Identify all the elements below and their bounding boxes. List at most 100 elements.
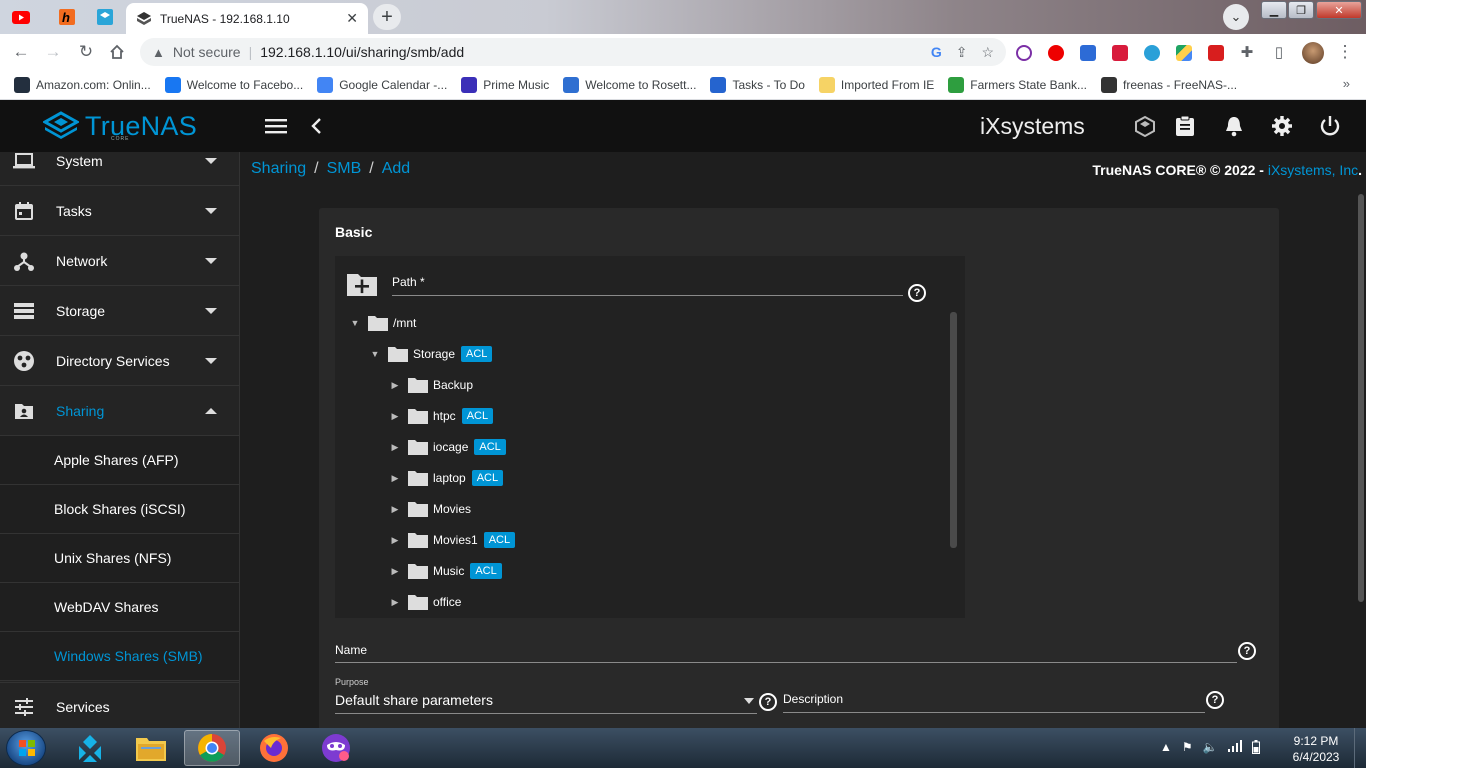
sidebar-item-system[interactable]: System: [0, 152, 239, 186]
back-button[interactable]: ←: [10, 41, 32, 63]
new-tab-button[interactable]: +: [373, 4, 401, 30]
sidebar-item-services[interactable]: Services: [0, 682, 239, 728]
home-button[interactable]: [106, 41, 128, 63]
bookmark-item[interactable]: Prime Music: [461, 76, 549, 93]
power-button[interactable]: [1318, 114, 1342, 138]
extension-pdf-icon[interactable]: [1208, 45, 1224, 61]
dropdown-arrow-icon[interactable]: [743, 697, 755, 705]
show-hidden-icons-icon[interactable]: ▲: [1160, 740, 1172, 754]
network-signal-icon[interactable]: [1227, 740, 1242, 752]
extension-cloud-icon[interactable]: [1144, 45, 1160, 61]
path-input[interactable]: [392, 295, 903, 296]
breadcrumb-sharing-link[interactable]: Sharing: [251, 160, 306, 178]
honey-pinned-tab[interactable]: h: [50, 3, 84, 31]
truenas-logo[interactable]: TrueNAS CORE: [0, 100, 240, 152]
taskbar-clock[interactable]: 9:12 PM 6/4/2023: [1286, 733, 1346, 765]
sidebar-subitem-webdav[interactable]: WebDAV Shares: [0, 583, 239, 632]
name-input[interactable]: [335, 662, 1237, 663]
bookmarks-overflow-button[interactable]: »: [1343, 76, 1350, 91]
breadcrumb-add-link[interactable]: Add: [382, 160, 410, 178]
tab-search-button[interactable]: ⌄: [1223, 4, 1249, 30]
tree-node[interactable]: ▶ htpc ACL: [387, 405, 494, 427]
caret-down-icon[interactable]: ▼: [347, 318, 363, 328]
sidebar-item-storage[interactable]: Storage: [0, 286, 239, 336]
path-help-icon[interactable]: ?: [908, 284, 926, 302]
profile-avatar[interactable]: [1302, 42, 1324, 64]
firefox-taskbar-button[interactable]: [246, 730, 302, 766]
caret-right-icon[interactable]: ▶: [387, 380, 403, 391]
close-tab-icon[interactable]: ✕: [346, 10, 358, 27]
close-window-button[interactable]: ✕: [1316, 1, 1362, 19]
bookmark-item[interactable]: Imported From IE: [818, 76, 934, 93]
ixsystems-link[interactable]: iXsystems, Inc: [1268, 162, 1358, 178]
description-help-icon[interactable]: ?: [1206, 691, 1224, 709]
tree-node[interactable]: ▶ Backup: [387, 374, 473, 396]
caret-right-icon[interactable]: ▶: [387, 473, 403, 484]
caret-right-icon[interactable]: ▶: [387, 535, 403, 546]
bookmark-item[interactable]: freenas - FreeNAS-...: [1101, 76, 1237, 93]
volume-icon[interactable]: 🔈: [1203, 740, 1218, 754]
tree-node[interactable]: ▶ Movies: [387, 498, 471, 520]
sidebar-subitem-iscsi[interactable]: Block Shares (iSCSI): [0, 485, 239, 534]
extension-block-icon[interactable]: [1016, 45, 1032, 61]
ixsystems-logo[interactable]: iXsystems: [980, 113, 1085, 140]
purpose-select-value[interactable]: Default share parameters: [335, 692, 493, 708]
reload-button[interactable]: ↻: [75, 41, 97, 63]
tree-node[interactable]: ▶ iocage ACL: [387, 436, 506, 458]
sidebar-item-tasks[interactable]: Tasks: [0, 186, 239, 236]
bookmark-item[interactable]: Welcome to Facebo...: [164, 76, 303, 93]
sidebar-subitem-smb[interactable]: Windows Shares (SMB): [0, 632, 239, 681]
tree-scrollbar[interactable]: [950, 312, 957, 548]
extension-video-icon[interactable]: [1112, 45, 1128, 61]
extensions-button[interactable]: ✚: [1236, 41, 1258, 63]
create-folder-icon[interactable]: [346, 271, 378, 297]
maximize-window-button[interactable]: ❐: [1288, 1, 1314, 19]
address-bar[interactable]: ▲ Not secure | 192.168.1.10/ui/sharing/s…: [140, 38, 1006, 66]
breadcrumb-smb-link[interactable]: SMB: [327, 160, 362, 178]
truecommand-button[interactable]: [1133, 114, 1157, 138]
settings-button[interactable]: [1270, 114, 1294, 138]
sidebar-subitem-nfs[interactable]: Unix Shares (NFS): [0, 534, 239, 583]
bookmark-item[interactable]: Farmers State Bank...: [948, 76, 1087, 93]
purpose-select[interactable]: [335, 713, 757, 714]
sidebar-item-directory-services[interactable]: Directory Services: [0, 336, 239, 386]
battery-icon[interactable]: [1251, 740, 1260, 754]
tree-node[interactable]: ▶ Movies1 ACL: [387, 529, 516, 551]
tor-taskbar-button[interactable]: [308, 730, 364, 766]
caret-right-icon[interactable]: ▶: [387, 566, 403, 577]
task-manager-button[interactable]: [1173, 114, 1197, 138]
file-explorer-taskbar-button[interactable]: [123, 730, 179, 766]
menu-toggle-button[interactable]: [264, 114, 288, 138]
caret-down-icon[interactable]: ▼: [367, 349, 383, 359]
google-drive-icon[interactable]: [1176, 45, 1192, 61]
truenas-pinned-tab[interactable]: [88, 3, 122, 31]
tree-node[interactable]: ▶ office: [387, 591, 461, 612]
caret-right-icon[interactable]: ▶: [387, 442, 403, 453]
forward-button[interactable]: →: [42, 41, 64, 63]
opera-extension-icon[interactable]: [1048, 45, 1064, 61]
page-scrollbar[interactable]: [1358, 194, 1364, 602]
sidebar-item-sharing[interactable]: Sharing: [0, 386, 239, 436]
alerts-button[interactable]: [1222, 114, 1246, 138]
side-panel-button[interactable]: ▯: [1268, 41, 1290, 63]
start-button[interactable]: [6, 730, 46, 766]
name-help-icon[interactable]: ?: [1238, 642, 1256, 660]
bookmark-item[interactable]: Tasks - To Do: [710, 76, 805, 93]
tree-node[interactable]: ▶ Music ACL: [387, 560, 502, 582]
show-desktop-button[interactable]: [1354, 728, 1366, 768]
minimize-window-button[interactable]: ▁: [1261, 1, 1287, 19]
extension-calendar-icon[interactable]: [1080, 45, 1096, 61]
bookmark-item[interactable]: Google Calendar -...: [317, 76, 447, 93]
tree-node[interactable]: ▼ /mnt: [347, 312, 416, 334]
share-icon[interactable]: ⇪: [956, 44, 968, 61]
description-input[interactable]: [783, 712, 1205, 713]
active-tab[interactable]: TrueNAS - 192.168.1.10 ✕: [126, 3, 368, 34]
kodi-taskbar-button[interactable]: [62, 730, 118, 766]
chrome-taskbar-button[interactable]: [184, 730, 240, 766]
caret-right-icon[interactable]: ▶: [387, 597, 403, 608]
caret-right-icon[interactable]: ▶: [387, 411, 403, 422]
bookmark-item[interactable]: Welcome to Rosett...: [563, 76, 696, 93]
bookmark-item[interactable]: Amazon.com: Onlin...: [14, 76, 151, 93]
tree-node[interactable]: ▼ Storage ACL: [367, 343, 493, 365]
sidebar-item-network[interactable]: Network: [0, 236, 239, 286]
